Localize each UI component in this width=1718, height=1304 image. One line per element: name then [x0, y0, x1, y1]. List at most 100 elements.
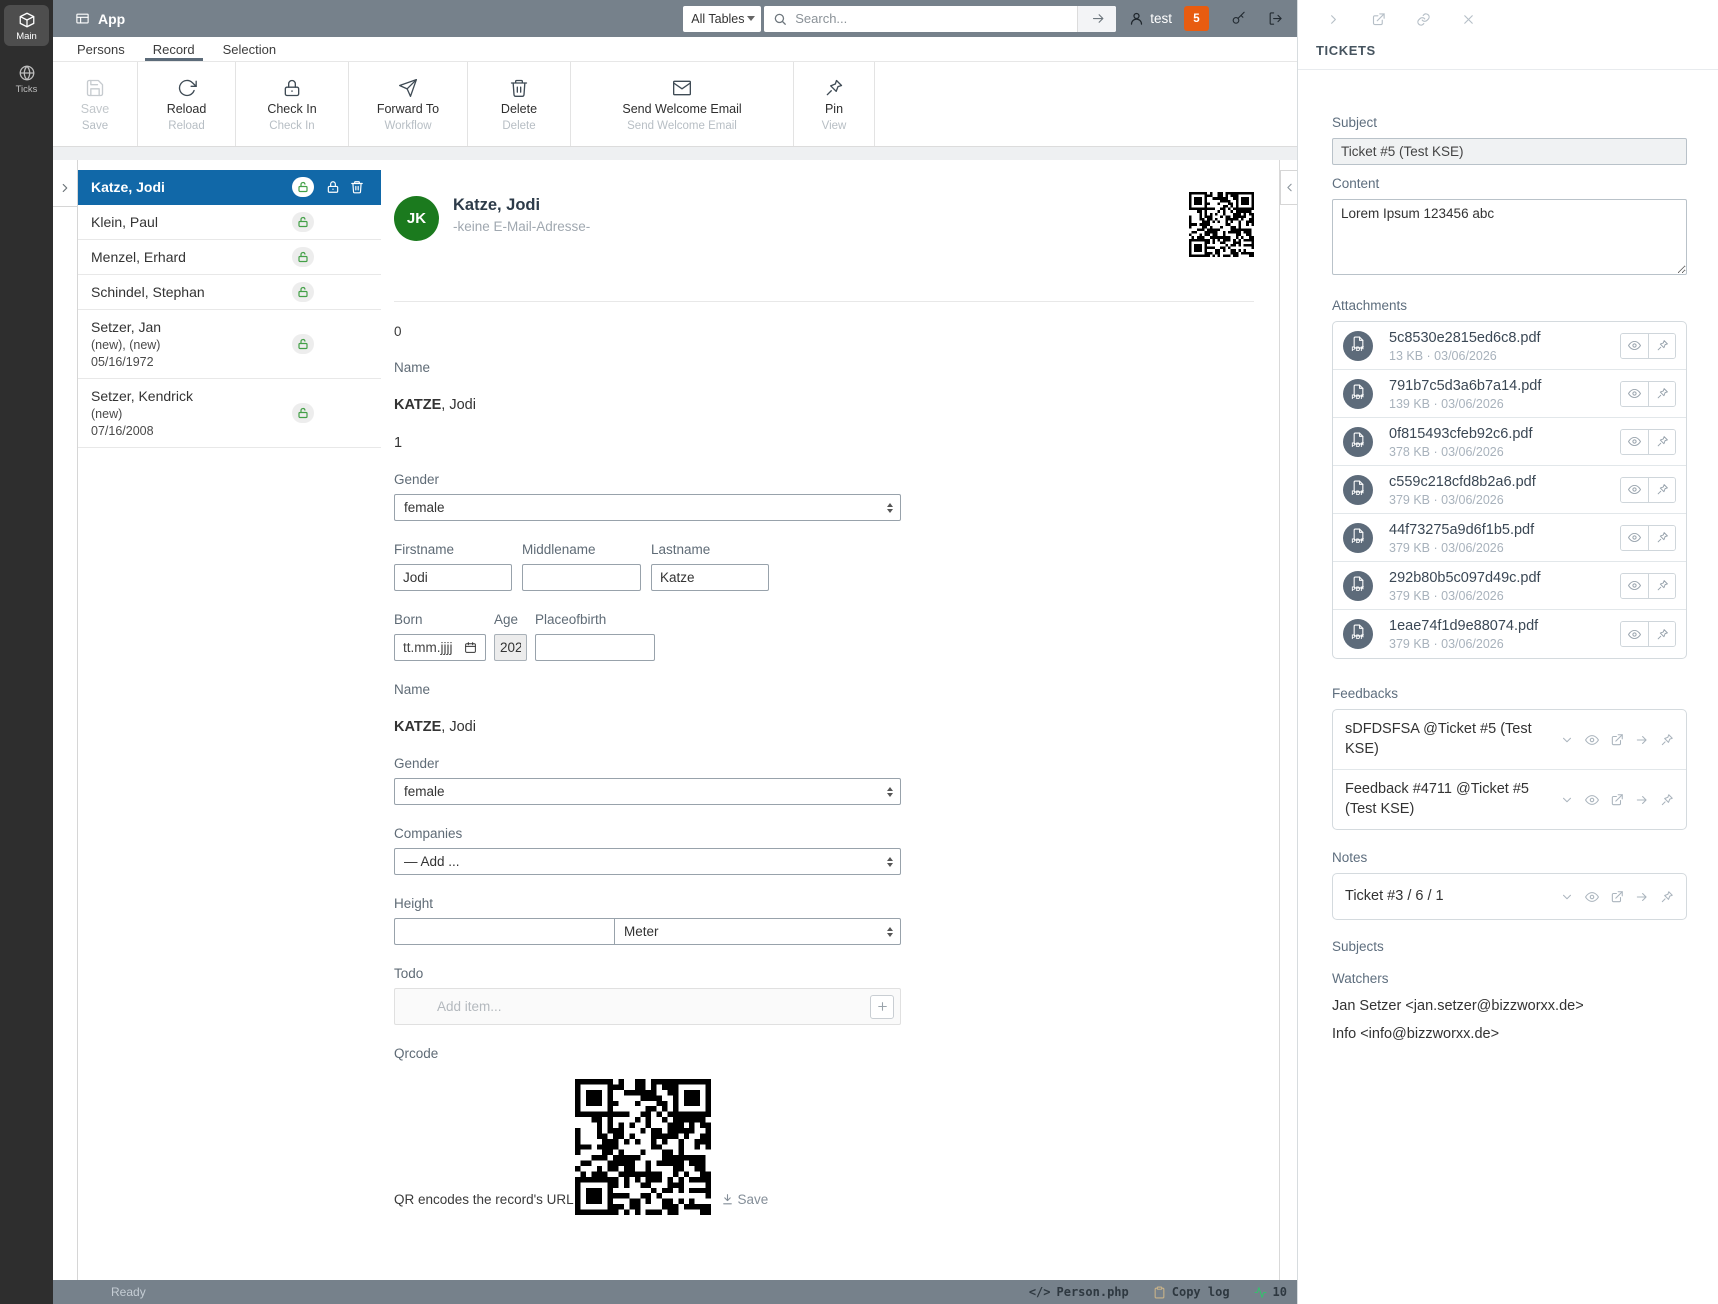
pin-attachment-button[interactable] [1648, 526, 1675, 550]
pin-attachment-button[interactable] [1648, 622, 1675, 646]
goto-button[interactable] [1635, 793, 1649, 807]
list-item[interactable]: Setzer, Kendrick (new) 07/16/2008 [78, 379, 381, 448]
note-row[interactable]: Ticket #3 / 6 / 1 [1333, 874, 1686, 919]
preview-button[interactable] [1585, 733, 1599, 747]
goto-button[interactable] [1635, 733, 1649, 747]
save-button[interactable]: Save Save [53, 62, 137, 146]
expand-button[interactable] [1560, 733, 1574, 747]
search-go-button[interactable] [1077, 6, 1116, 32]
forward-to-button[interactable]: Forward To Workflow [349, 62, 467, 146]
user-menu[interactable]: test 5 [1129, 6, 1209, 31]
pin-attachment-button[interactable] [1648, 574, 1675, 598]
content-field[interactable]: Lorem Ipsum 123456 abc [1332, 199, 1687, 275]
placeofbirth-field[interactable] [535, 634, 655, 661]
list-item[interactable]: Setzer, Jan (new), (new) 05/16/1972 [78, 310, 381, 379]
todo-add-input[interactable] [435, 998, 870, 1015]
pin-button[interactable] [1660, 733, 1674, 747]
preview-button[interactable] [1621, 574, 1648, 598]
attachment-row[interactable]: PDF c559c218cfd8b2a6.pdf379 KB · 03/06/2… [1333, 466, 1686, 514]
collapse-panel-button[interactable] [1280, 170, 1297, 205]
reload-button[interactable]: Reload Reload [138, 62, 235, 146]
tab-selection[interactable]: Selection [209, 37, 290, 61]
goto-button[interactable] [1635, 890, 1649, 904]
open-button[interactable] [1610, 890, 1624, 904]
copy-log-button[interactable]: Copy log [1153, 1285, 1230, 1299]
panel-close-button[interactable] [1461, 12, 1476, 27]
lock-button[interactable] [326, 180, 340, 194]
tab-persons[interactable]: Persons [63, 37, 139, 61]
preview-button[interactable] [1621, 430, 1648, 454]
pin-attachment-button[interactable] [1648, 382, 1675, 406]
sidebar-item-ticks[interactable]: Ticks [4, 58, 49, 99]
pin-attachment-button[interactable] [1648, 430, 1675, 454]
preview-button[interactable] [1621, 334, 1648, 358]
todo-add-button[interactable] [870, 995, 894, 1019]
height-unit-select[interactable]: Meter [614, 918, 901, 945]
sidebar-item-main[interactable]: Main [4, 5, 49, 46]
unlock-badge[interactable] [292, 403, 314, 423]
list-item[interactable]: Menzel, Erhard [78, 240, 381, 275]
attachment-row[interactable]: PDF 44f73275a9d6f1b5.pdf379 KB · 03/06/2… [1333, 514, 1686, 562]
feedback-row[interactable]: Feedback #4711 @Ticket #5 (Test KSE) [1333, 770, 1686, 829]
unlock-badge[interactable] [292, 212, 314, 232]
list-item[interactable]: Klein, Paul [78, 205, 381, 240]
send-welcome-email-button[interactable]: Send Welcome Email Send Welcome Email [571, 62, 793, 146]
list-item[interactable]: Katze, Jodi [78, 170, 381, 205]
companies-select[interactable]: — Add ... [394, 848, 901, 875]
gender-select[interactable]: female [394, 494, 901, 521]
preview-button[interactable] [1585, 793, 1599, 807]
preview-button[interactable] [1621, 382, 1648, 406]
search-input[interactable] [793, 10, 1077, 27]
gender-select-2[interactable]: female [394, 778, 901, 805]
unlock-badge[interactable] [292, 334, 314, 354]
pin-button[interactable]: Pin View [794, 62, 874, 146]
open-button[interactable] [1610, 793, 1624, 807]
preview-button[interactable] [1621, 478, 1648, 502]
pin-button[interactable] [1660, 793, 1674, 807]
delete-button[interactable]: Delete Delete [468, 62, 570, 146]
pdf-icon: PDF [1343, 619, 1373, 649]
feedback-row[interactable]: sDFDSFSA @Ticket #5 (Test KSE) [1333, 710, 1686, 770]
preview-button[interactable] [1621, 622, 1648, 646]
subject-field[interactable] [1332, 138, 1687, 165]
panel-link-button[interactable] [1416, 12, 1431, 27]
expand-list-button[interactable] [53, 170, 77, 207]
born-date-field[interactable]: tt.mm.jjjj [394, 634, 486, 661]
attachment-row[interactable]: PDF 5c8530e2815ed6c8.pdf13 KB · 03/06/20… [1333, 322, 1686, 370]
tab-record[interactable]: Record [139, 37, 209, 61]
expand-button[interactable] [1560, 793, 1574, 807]
eye-icon [1628, 339, 1641, 352]
pin-attachment-button[interactable] [1648, 478, 1675, 502]
unlock-badge[interactable] [292, 247, 314, 267]
chevron-left-icon [1283, 181, 1296, 194]
firstname-field[interactable] [394, 564, 512, 591]
eye-icon [1628, 531, 1641, 544]
open-button[interactable] [1610, 733, 1624, 747]
source-file[interactable]: </> Person.php [1029, 1285, 1129, 1299]
notification-badge[interactable]: 5 [1184, 6, 1209, 31]
attachment-row[interactable]: PDF 1eae74f1d9e88074.pdf379 KB · 03/06/2… [1333, 610, 1686, 658]
panel-expand-button[interactable] [1326, 12, 1341, 27]
key-button[interactable] [1231, 11, 1246, 26]
field-label: Age [494, 612, 527, 627]
height-field[interactable] [394, 918, 614, 945]
attachment-row[interactable]: PDF 791b7c5d3a6b7a14.pdf139 KB · 03/06/2… [1333, 370, 1686, 418]
check-in-button[interactable]: Check In Check In [236, 62, 348, 146]
middlename-field[interactable] [522, 564, 641, 591]
panel-open-button[interactable] [1371, 12, 1386, 27]
preview-button[interactable] [1621, 526, 1648, 550]
expand-button[interactable] [1560, 890, 1574, 904]
unlock-badge[interactable] [292, 282, 314, 302]
list-item[interactable]: Schindel, Stephan [78, 275, 381, 310]
attachment-row[interactable]: PDF 0f815493cfeb92c6.pdf378 KB · 03/06/2… [1333, 418, 1686, 466]
delete-row-button[interactable] [350, 180, 364, 194]
pin-attachment-button[interactable] [1648, 334, 1675, 358]
unlock-badge[interactable] [292, 177, 314, 197]
tables-select[interactable]: All Tables [683, 6, 761, 32]
pin-button[interactable] [1660, 890, 1674, 904]
qr-save-link[interactable]: Save [711, 1192, 902, 1215]
attachment-row[interactable]: PDF 292b80b5c097d49c.pdf379 KB · 03/06/2… [1333, 562, 1686, 610]
preview-button[interactable] [1585, 890, 1599, 904]
lastname-field[interactable] [651, 564, 769, 591]
logout-button[interactable] [1268, 11, 1283, 26]
